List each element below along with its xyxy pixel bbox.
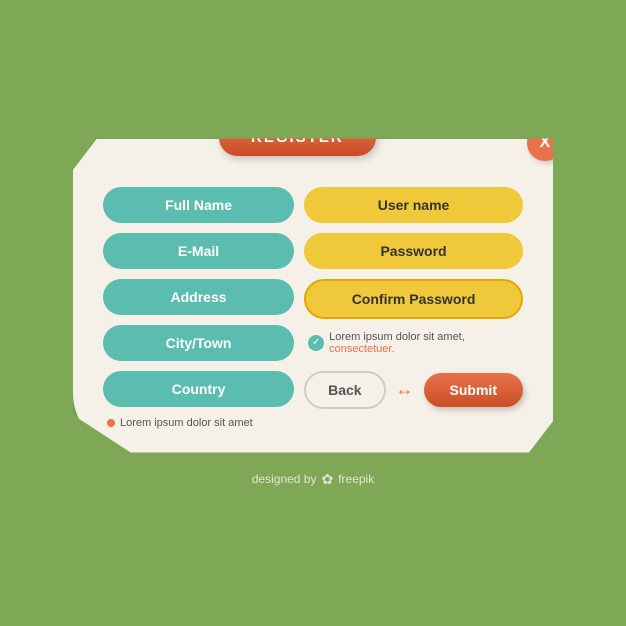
field-city-town[interactable]: City/Town	[103, 325, 294, 361]
right-fields: User name Password Confirm Password ✓ Lo…	[304, 187, 523, 409]
footer-text: designed by	[252, 472, 317, 486]
error-text: Lorem ipsum dolor sit amet	[120, 417, 253, 429]
registration-form-card: REGISTER X Full Name E-Mail Address City…	[73, 139, 553, 453]
validation-message: ✓ Lorem ipsum dolor sit amet, consectetu…	[304, 329, 523, 357]
field-address[interactable]: Address	[103, 279, 294, 315]
freepik-logo: ✿	[321, 471, 333, 488]
field-confirm-password[interactable]: Confirm Password	[304, 279, 523, 319]
close-button[interactable]: X	[527, 125, 563, 161]
field-username[interactable]: User name	[304, 187, 523, 223]
footer-brand: freepik	[338, 472, 374, 486]
error-dot	[107, 419, 115, 427]
action-row: Back ↔ Submit	[304, 371, 523, 409]
field-password[interactable]: Password	[304, 233, 523, 269]
field-country[interactable]: Country	[103, 371, 294, 407]
register-button[interactable]: REGISTER	[219, 119, 376, 156]
back-button[interactable]: Back	[304, 371, 385, 409]
field-email[interactable]: E-Mail	[103, 233, 294, 269]
check-icon: ✓	[308, 335, 324, 351]
footer: designed by ✿ freepik	[252, 471, 374, 488]
validation-text: Lorem ipsum dolor sit amet, consectetuer…	[329, 331, 519, 355]
arrow-icon: ↔	[396, 379, 414, 400]
validation-link: consectetuer.	[329, 343, 394, 355]
submit-button[interactable]: Submit	[424, 373, 523, 407]
left-fields: Full Name E-Mail Address City/Town Count…	[103, 187, 294, 409]
error-message: Lorem ipsum dolor sit amet	[103, 417, 523, 429]
field-full-name[interactable]: Full Name	[103, 187, 294, 223]
